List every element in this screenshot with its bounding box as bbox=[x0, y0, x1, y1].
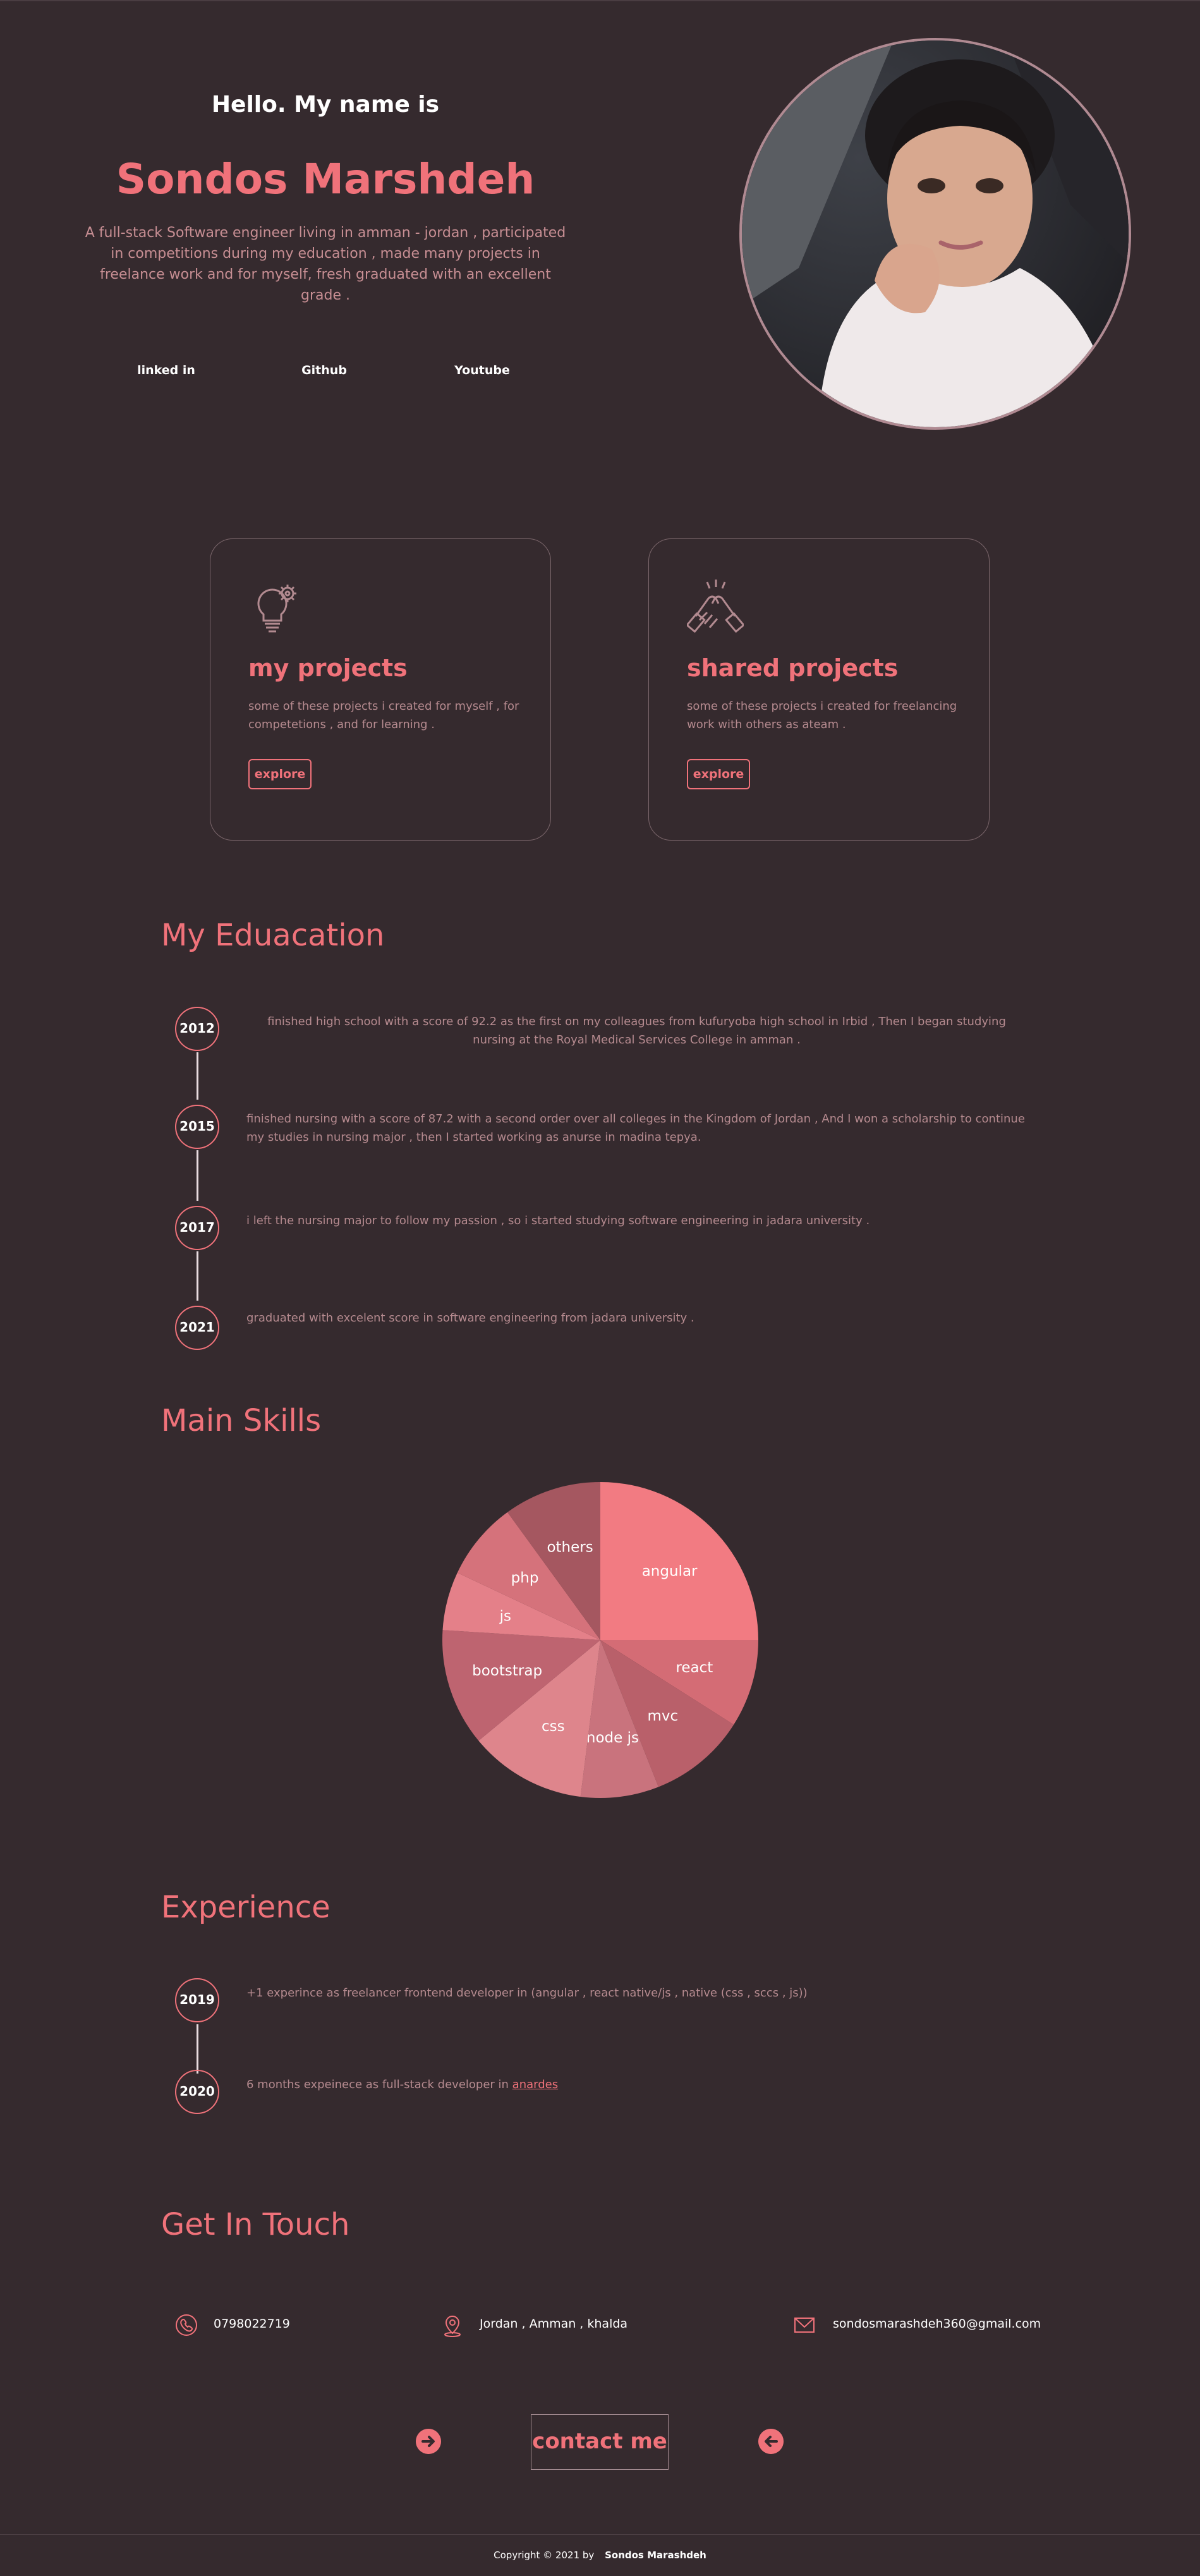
timeline-text: 6 months expeinece as full-stack develop… bbox=[246, 2075, 1027, 2094]
contact-me-button[interactable]: contact me bbox=[531, 2414, 669, 2470]
youtube-link[interactable]: Youtube bbox=[419, 363, 545, 377]
pie-label: bootstrap bbox=[472, 1663, 542, 1679]
pie-label: mvc bbox=[647, 1708, 678, 1724]
linkedin-link[interactable]: linked in bbox=[103, 363, 229, 377]
timeline-text: i left the nursing major to follow my pa… bbox=[246, 1214, 870, 1227]
phone-number: 0798022719 bbox=[214, 2317, 290, 2331]
footer-divider bbox=[0, 2534, 1200, 2535]
skills-pie-chart: angular react mvc node js css bootstrap js phpo… bbox=[442, 1482, 758, 1798]
experience-heading: Experience bbox=[161, 1890, 330, 1925]
pie-label: node js bbox=[586, 1730, 639, 1746]
intro-text: A full-stack Software engineer living in… bbox=[85, 225, 566, 303]
arrow-left-icon bbox=[758, 2429, 784, 2454]
avatar bbox=[739, 38, 1131, 430]
top-border bbox=[0, 0, 1200, 1]
timeline-text: finished nursing with a score of 87.2 wi… bbox=[246, 1112, 1025, 1144]
year-badge: 2017 bbox=[175, 1206, 219, 1250]
location-text: Jordan , Amman , khalda bbox=[480, 2317, 628, 2331]
card-description: some of these projects i created for mys… bbox=[248, 700, 519, 731]
timeline-connector bbox=[197, 1150, 198, 1201]
experience-text: 6 months expeinece as full-stack develop… bbox=[246, 2078, 509, 2091]
year-badge: 2015 bbox=[175, 1105, 219, 1149]
contact-heading: Get In Touch bbox=[161, 2207, 350, 2242]
shared-projects-card: shared projects some of these projects i… bbox=[648, 538, 990, 841]
pie-label: php bbox=[511, 1570, 539, 1586]
year-badge: 2012 bbox=[175, 1007, 219, 1051]
email-icon bbox=[794, 2318, 815, 2333]
timeline-connector bbox=[197, 2024, 198, 2074]
timeline-text: +1 experince as freelancer frontend deve… bbox=[246, 1986, 808, 2000]
card-title: my projects bbox=[248, 654, 408, 682]
copyright-text: Copyright © 2021 by bbox=[494, 2549, 595, 2561]
year-badge: 2019 bbox=[175, 1978, 219, 2022]
pie-label: css bbox=[542, 1718, 565, 1735]
card-description: some of these projects i created for fre… bbox=[687, 700, 957, 731]
pie-label: js bbox=[499, 1608, 511, 1624]
explore-shared-projects-button[interactable]: explore bbox=[687, 759, 750, 789]
greeting: Hello. My name is bbox=[211, 92, 440, 118]
timeline-connector bbox=[197, 1052, 198, 1100]
pie-label: others bbox=[547, 1540, 593, 1556]
handshake-icon bbox=[687, 580, 744, 633]
timeline-connector bbox=[197, 1251, 198, 1301]
phone-icon bbox=[176, 2314, 197, 2336]
skills-heading: Main Skills bbox=[161, 1403, 322, 1438]
my-projects-card: my projects some of these projects i cre… bbox=[210, 538, 551, 841]
pie-label: angular bbox=[642, 1563, 698, 1579]
github-link[interactable]: Github bbox=[261, 363, 387, 377]
year-badge: 2021 bbox=[175, 1306, 219, 1350]
page-title: Sondos Marshdeh bbox=[116, 155, 535, 204]
footer: Copyright © 2021 by Sondos Marashdeh bbox=[0, 2549, 1200, 2561]
education-heading: My Eduacation bbox=[161, 918, 385, 953]
lightbulb-gear-icon bbox=[257, 585, 296, 633]
timeline-text: graduated with excelent score in softwar… bbox=[246, 1311, 694, 1325]
explore-my-projects-button[interactable]: explore bbox=[248, 759, 312, 789]
card-title: shared projects bbox=[687, 654, 899, 682]
pie-label: react bbox=[676, 1660, 713, 1676]
email-link[interactable]: sondosmarashdeh360@gmail.com bbox=[833, 2317, 1041, 2331]
year-badge: 2020 bbox=[175, 2070, 219, 2114]
pie-slice-angular bbox=[600, 1482, 758, 1640]
footer-author: Sondos Marashdeh bbox=[605, 2549, 706, 2561]
avatar-portrait bbox=[742, 40, 1129, 427]
timeline-text: finished high school with a score of 92.… bbox=[267, 1015, 1006, 1047]
anardes-link[interactable]: anardes bbox=[512, 2078, 558, 2091]
arrow-right-icon bbox=[416, 2429, 441, 2454]
location-icon bbox=[444, 2316, 461, 2337]
